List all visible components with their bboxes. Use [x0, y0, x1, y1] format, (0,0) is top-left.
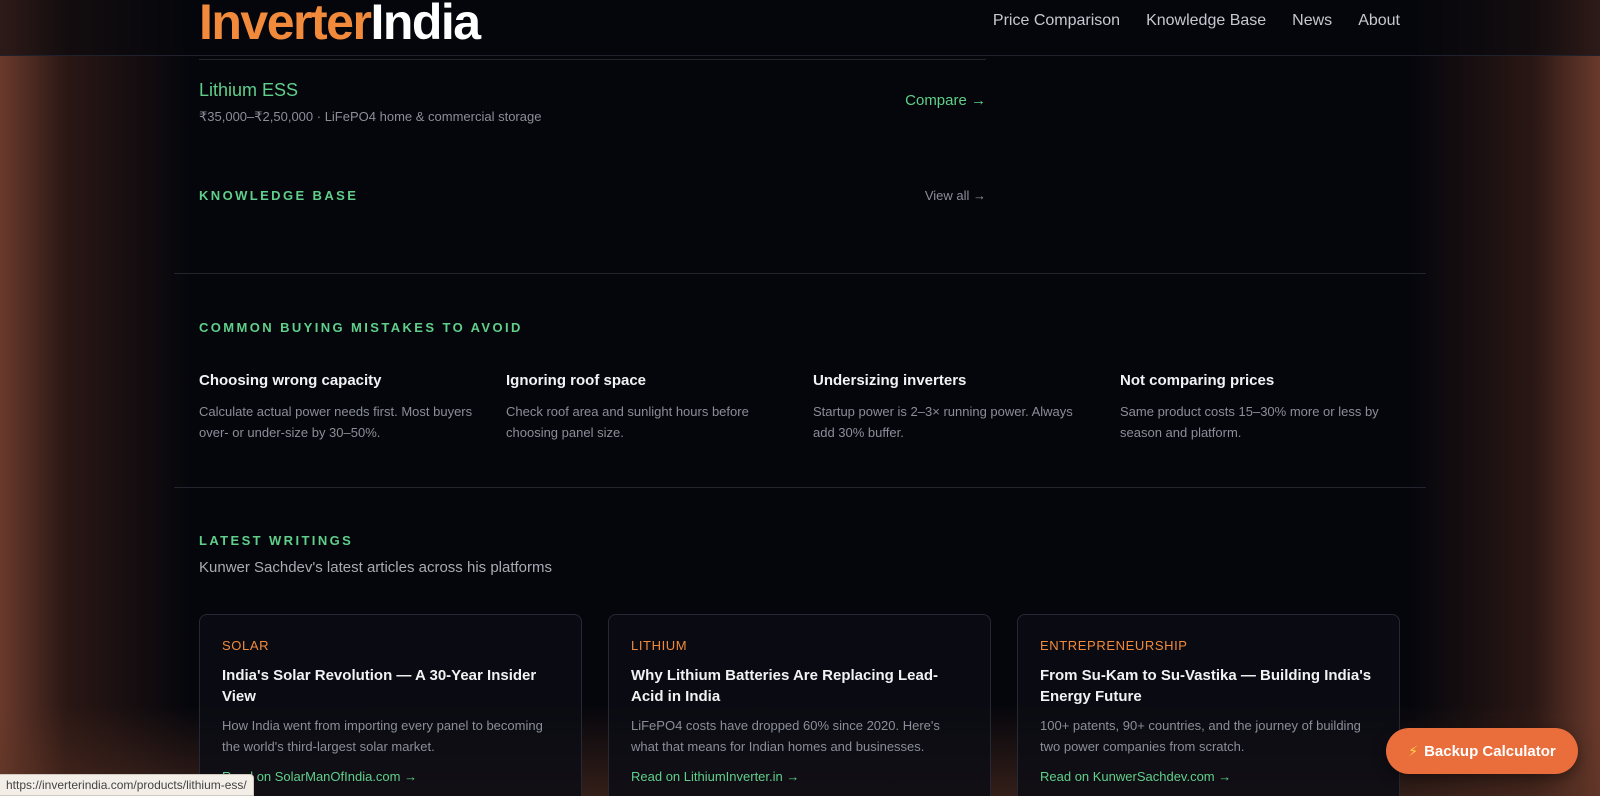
article-category: LITHIUM	[631, 638, 688, 653]
logo-part-india: India	[370, 0, 481, 50]
left-glow	[0, 0, 190, 796]
site-logo[interactable]: InverterIndia	[199, 0, 481, 52]
article-title: India's Solar Revolution — A 30-Year Ins…	[222, 667, 537, 705]
view-all-link[interactable]: View all →	[925, 188, 986, 203]
link-status-bar: https://inverterindia.com/products/lithi…	[0, 774, 254, 796]
main-nav: Price Comparison Knowledge Base News Abo…	[993, 11, 1400, 31]
mistake-body: Check roof area and sunlight hours befor…	[506, 404, 749, 440]
article-excerpt: How India went from importing every pane…	[222, 718, 543, 754]
mistake-title: Not comparing prices	[1120, 372, 1275, 389]
mistake-body: Same product costs 15–30% more or less b…	[1120, 404, 1379, 440]
section-divider	[174, 273, 1426, 274]
article-excerpt: 100+ patents, 90+ countries, and the jou…	[1040, 718, 1361, 754]
right-glow	[1410, 0, 1600, 796]
knowledge-base-heading: KNOWLEDGE BASE	[199, 188, 359, 203]
article-card[interactable]: ENTREPRENEURSHIP From Su-Kam to Su-Vasti…	[1017, 614, 1400, 796]
nav-news[interactable]: News	[1292, 11, 1332, 31]
mistakes-heading: COMMON BUYING MISTAKES TO AVOID	[199, 320, 523, 335]
nav-about[interactable]: About	[1358, 11, 1400, 31]
nav-price-comparison[interactable]: Price Comparison	[993, 11, 1120, 31]
section-divider	[174, 487, 1426, 488]
article-title: From Su-Kam to Su-Vastika — Building Ind…	[1040, 667, 1372, 705]
mistake-title: Undersizing inverters	[813, 372, 967, 389]
mistake-body: Calculate actual power needs first. Most…	[199, 404, 473, 440]
lightning-icon: ⚡	[1408, 742, 1419, 759]
writings-heading: LATEST WRITINGS	[199, 533, 354, 548]
product-subtitle: ₹35,000–₹2,50,000 · LiFePO4 home & comme…	[199, 109, 542, 124]
article-category: SOLAR	[222, 638, 270, 653]
article-title: Why Lithium Batteries Are Replacing Lead…	[631, 667, 938, 705]
article-category: ENTREPRENEURSHIP	[1040, 638, 1188, 653]
writings-subtitle: Kunwer Sachdev's latest articles across …	[199, 559, 553, 576]
mistake-item: Ignoring roof space Check roof area and …	[506, 372, 788, 443]
article-read-link[interactable]: Read on LithiumInverter.in →	[631, 769, 799, 784]
article-card[interactable]: SOLAR India's Solar Revolution — A 30-Ye…	[199, 614, 582, 796]
article-excerpt: LiFePO4 costs have dropped 60% since 202…	[631, 718, 940, 754]
site-header: InverterIndia Price Comparison Knowledge…	[0, 0, 1600, 56]
article-read-link[interactable]: Read on KunwerSachdev.com →	[1040, 769, 1231, 784]
mistake-item: Choosing wrong capacity Calculate actual…	[199, 372, 481, 443]
article-card[interactable]: LITHIUM Why Lithium Batteries Are Replac…	[608, 614, 991, 796]
mistake-body: Startup power is 2–3× running power. Alw…	[813, 404, 1073, 440]
logo-part-inverter: Inverter	[199, 0, 372, 50]
product-title: Lithium ESS	[199, 80, 299, 100]
backup-calculator-label: Backup Calculator	[1424, 742, 1556, 760]
mistake-item: Undersizing inverters Startup power is 2…	[813, 372, 1095, 443]
compare-link[interactable]: Compare →	[905, 92, 986, 109]
backup-calculator-button[interactable]: ⚡ Backup Calculator	[1386, 728, 1578, 774]
mistake-title: Ignoring roof space	[506, 372, 647, 389]
nav-knowledge-base[interactable]: Knowledge Base	[1146, 11, 1266, 31]
mistake-item: Not comparing prices Same product costs …	[1120, 372, 1402, 443]
row-divider	[199, 59, 986, 60]
mistake-title: Choosing wrong capacity	[199, 372, 382, 389]
